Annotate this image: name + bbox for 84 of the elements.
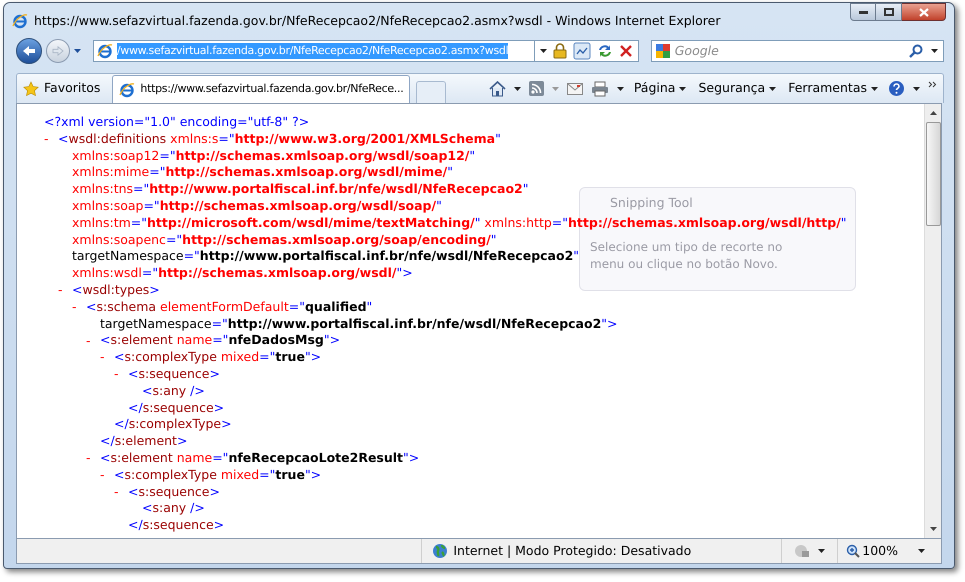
xml-line: xmlns:soap="http://schemas.xmlsoap.org/wsdl/soap/" [72, 197, 442, 216]
back-button[interactable] [16, 38, 42, 64]
xml-line: </s:element> [100, 432, 188, 450]
e-logo-icon [96, 43, 113, 59]
browser-tab[interactable]: https://www.sefazvirtual.fazenda.gov.br/NfeRece... [112, 75, 410, 103]
xml-line: <s:sequence> [128, 482, 220, 501]
vertical-scrollbar[interactable] [924, 104, 941, 538]
caret-icon[interactable] [931, 49, 938, 53]
dialog-title: Snipping Tool [609, 194, 693, 212]
command-menu-button[interactable]: Segurança [696, 79, 778, 98]
caret-icon[interactable] [818, 549, 826, 553]
caret-icon[interactable] [514, 86, 521, 90]
padlock-icon[interactable] [552, 43, 567, 59]
search-input[interactable]: Google [674, 42, 905, 60]
mail-icon[interactable] [566, 82, 583, 94]
globe-icon [432, 543, 448, 559]
rss-feed-icon[interactable] [528, 81, 544, 96]
arrow-left-icon [22, 45, 36, 57]
star-icon [23, 80, 39, 96]
collapse-toggle[interactable]: - [44, 132, 49, 146]
caret-icon[interactable] [918, 549, 925, 553]
xml-line: targetNamespace="http://www.portalfiscal.inf.br/nfe/wsdl/NfeRecepcao2"> [100, 314, 618, 333]
collapse-toggle[interactable]: - [100, 351, 105, 364]
collapse-toggle[interactable]: - [86, 334, 91, 347]
collapse-toggle[interactable]: - [86, 452, 91, 465]
xml-line: xmlns:tns="http://www.portalfiscal.inf.br/nfe/wsdl/NfeRecepcao2" [72, 180, 528, 198]
search-field[interactable]: Google [650, 40, 944, 62]
close-icon [918, 8, 928, 16]
xml-line: <wsdl:types> [72, 281, 160, 299]
xml-line: <s:complexType mixed="true"> [114, 466, 322, 484]
collapse-toggle[interactable]: - [100, 468, 105, 482]
caret-icon[interactable] [74, 49, 81, 53]
xml-line: xmlns:soap12="http://schemas.xmlsoap.org/wsdl/soap12/" [72, 146, 476, 165]
xml-line: xmlns:mime="http://schemas.xmlsoap.org/wsdl/mime/" [72, 163, 453, 182]
xml-line: xmlns:wsdl="http://schemas.xmlsoap.org/wsdl/"> [72, 264, 413, 282]
caret-icon[interactable] [616, 86, 624, 90]
scrollbar-thumb[interactable] [926, 122, 940, 226]
command-menu-button[interactable]: Página [632, 79, 688, 98]
window-title: https://www.sefazvirtual.fazenda.gov.br/NfeRecepcao2/NfeRecepcao2.asmx?wsdl - Windows Internet Explorer [34, 12, 720, 30]
xml-line: xmlns:soapenc="http://schemas.xmlsoap.org/soap/encoding/" [72, 230, 497, 249]
caret-icon[interactable] [540, 49, 547, 53]
search-provider-icon [654, 43, 671, 59]
printer-icon[interactable] [590, 80, 609, 96]
search-icon[interactable] [909, 44, 923, 58]
address-field[interactable]: /www.sefazvirtual.fazenda.gov.br/NfeRecepcao2/NfeRecepcao2.asmx?wsdl [92, 40, 535, 62]
caret-icon [769, 86, 776, 90]
close-button[interactable] [902, 3, 946, 21]
xml-line: <s:element name="nfeDadosMsg"> [100, 331, 340, 350]
e-logo-icon [119, 82, 136, 98]
stop-icon[interactable] [618, 44, 633, 58]
collapse-toggle[interactable]: - [72, 300, 77, 314]
xml-line: xmlns:tm="http://microsoft.com/wsdl/mime/textMatching/" xmlns:http="http://schemas.xmlsoap.org/wsdl/http/" [72, 214, 847, 232]
xml-line: <s:complexType mixed="true"> [114, 348, 322, 366]
caret-icon [679, 86, 686, 90]
xml-line: </s:complexType> [114, 415, 232, 434]
status-zone-text: Internet | Modo Protegido: Desativado [453, 542, 692, 560]
command-menu-button[interactable]: Ferramentas [786, 79, 880, 98]
xml-line: </s:sequence> [128, 398, 224, 417]
zoom-icon [846, 544, 860, 558]
xml-line: <s:schema elementFormDefault="qualified" [86, 298, 372, 316]
xml-line: <s:any /> [142, 382, 205, 400]
xml-line: <s:element name="nfeRecepcaoLote2Result"> [100, 448, 420, 467]
xml-line: <wsdl:definitions xmlns:s="http://www.w3.org/2001/XMLSchema" [58, 130, 501, 148]
xml-line: <?xml version="1.0" encoding="utf-8" ?> [44, 113, 310, 132]
arrow-right-icon [52, 46, 64, 56]
dialog-message: Selecione um tipo de recorte no menu ou clique no botão Novo. [590, 238, 784, 273]
zoom-button[interactable]: 100% [846, 542, 898, 560]
collapse-toggle[interactable]: - [114, 486, 119, 498]
xml-line: <s:sequence> [128, 364, 220, 383]
xml-line: <s:any /> [142, 499, 205, 518]
caret-icon[interactable] [913, 86, 920, 90]
chevron-icon[interactable] [928, 81, 937, 88]
maximize-button[interactable] [876, 3, 902, 21]
home-icon[interactable] [488, 80, 506, 96]
collapse-toggle[interactable]: - [58, 284, 63, 297]
xml-line: </s:sequence> [128, 516, 224, 534]
favorites-button[interactable]: Favoritos [23, 76, 106, 100]
minimize-button[interactable] [850, 3, 876, 21]
collapse-toggle[interactable]: - [114, 368, 119, 381]
e-logo-icon [12, 13, 28, 29]
help-icon[interactable] [888, 80, 905, 97]
xml-line: targetNamespace="http://www.portalfiscal.inf.br/nfe/wsdl/NfeRecepcao2" [72, 247, 580, 266]
caret-icon [871, 86, 878, 90]
refresh-icon[interactable] [596, 43, 613, 59]
